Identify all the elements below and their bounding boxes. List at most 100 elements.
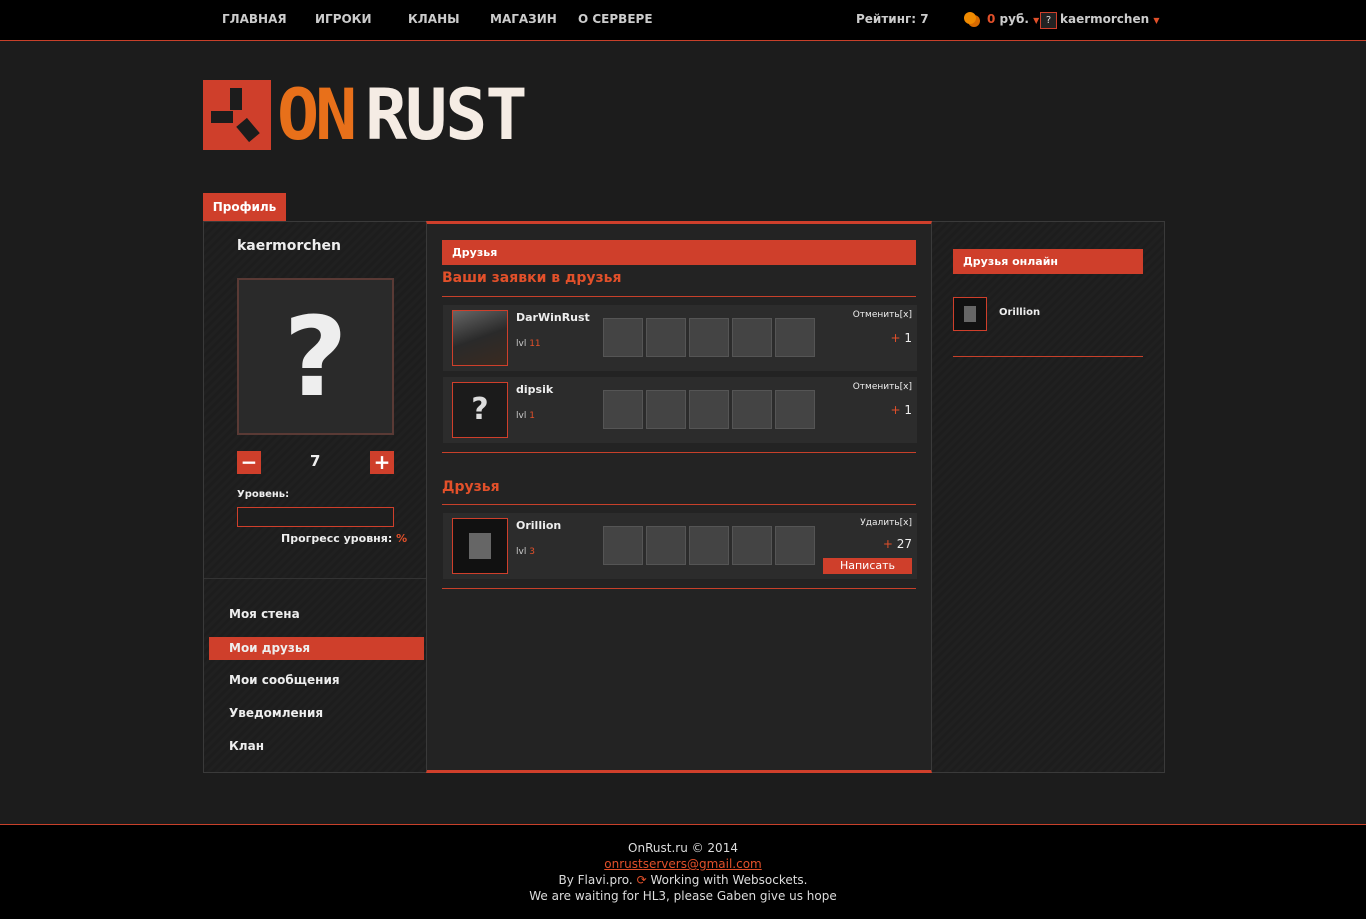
footer-hl3: We are waiting for HL3, please Gaben giv… (529, 889, 837, 903)
item-slot (732, 526, 772, 565)
points-value: 27 (896, 537, 912, 551)
item-slot (689, 526, 729, 565)
level-progress-text: Прогресс уровня: % (281, 532, 407, 545)
avatar[interactable] (452, 310, 508, 366)
rating-text: Рейтинг: 7 (856, 12, 929, 26)
friend-request-card: DarWinRust lvl 11 Отменить[x] + 1 (443, 305, 917, 371)
item-slot (603, 318, 643, 357)
onrust-logo[interactable]: ON RUST (203, 74, 588, 156)
progress-label: Прогресс уровня: (281, 532, 393, 545)
plus-icon[interactable]: + (890, 403, 900, 417)
sidebar-item-clan[interactable]: Клан (209, 735, 424, 758)
friend-name[interactable]: Orillion (516, 519, 561, 532)
item-slot (689, 318, 729, 357)
item-slot (775, 526, 815, 565)
user-menu[interactable]: kaermorchen ▼ (1060, 12, 1159, 26)
sidebar-item-messages[interactable]: Мои сообщения (209, 669, 424, 692)
chevron-down-icon: ▼ (1033, 16, 1040, 25)
item-slot (732, 390, 772, 429)
item-slot (775, 318, 815, 357)
lvl-label: lvl (516, 339, 527, 349)
requests-title: Ваши заявки в друзья (442, 270, 622, 286)
level-label: Уровень: (237, 489, 290, 500)
points-value: 1 (904, 403, 912, 417)
item-slot (646, 390, 686, 429)
item-slot (646, 318, 686, 357)
cancel-request-button[interactable]: Отменить[x] (853, 310, 912, 320)
lvl-value: 1 (529, 411, 535, 421)
progress-unit: % (396, 532, 408, 545)
divider (442, 504, 916, 505)
nav-clans[interactable]: КЛАНЫ (408, 12, 460, 26)
balance-dropdown[interactable]: 0 руб. ▼ (987, 12, 1039, 26)
item-slot (689, 390, 729, 429)
friend-level: lvl 3 (516, 547, 535, 557)
footer: OnRust.ru © 2014 onrustservers@gmail.com… (0, 824, 1366, 919)
rating-minus-button[interactable]: − (237, 451, 261, 474)
rating-plus-button[interactable]: + (370, 451, 394, 474)
footer-copyright: OnRust.ru © 2014 (628, 841, 738, 855)
plus-icon[interactable]: + (890, 331, 900, 345)
nav-shop[interactable]: МАГАЗИН (490, 12, 557, 26)
friends-header: Друзья (442, 240, 916, 265)
item-slot (646, 526, 686, 565)
profile-avatar[interactable]: ? (237, 278, 394, 435)
divider (953, 356, 1143, 357)
divider (442, 452, 916, 453)
top-nav-bar: ГЛАВНАЯ ИГРОКИ КЛАНЫ МАГАЗИН О СЕРВЕРЕ Р… (0, 0, 1366, 41)
rust-logo-icon (203, 80, 271, 150)
friend-points: + 1 (890, 403, 912, 417)
divider (442, 588, 916, 589)
item-slot (603, 390, 643, 429)
item-slot (732, 318, 772, 357)
lvl-value: 3 (529, 547, 535, 557)
balance-unit: руб. (995, 12, 1029, 26)
write-message-button[interactable]: Написать (823, 558, 912, 574)
user-avatar-small[interactable]: ? (1040, 12, 1057, 29)
friend-level: lvl 11 (516, 339, 541, 349)
remove-friend-button[interactable]: Удалить[x] (860, 518, 912, 528)
footer-email-link[interactable]: onrustservers@gmail.com (604, 857, 761, 871)
lvl-label: lvl (516, 547, 527, 557)
friend-name[interactable]: dipsik (516, 383, 553, 396)
logo-on: ON (277, 74, 357, 156)
cancel-request-button[interactable]: Отменить[x] (853, 382, 912, 392)
footer-websockets: Working with Websockets. (646, 873, 808, 887)
tab-profile[interactable]: Профиль (203, 193, 286, 221)
friend-points: + 1 (890, 331, 912, 345)
profile-rating: 7 (310, 452, 321, 470)
avatar[interactable] (452, 518, 508, 574)
friends-main: Друзья Ваши заявки в друзья DarWinRust l… (426, 221, 932, 773)
footer-credit[interactable]: By Flavi.pro. (559, 873, 633, 887)
item-slot (775, 390, 815, 429)
coins-icon (964, 12, 976, 24)
avatar[interactable]: ? (452, 382, 508, 438)
lvl-value: 11 (529, 339, 541, 349)
item-slot (603, 526, 643, 565)
level-progress-bar (237, 507, 394, 527)
divider (442, 296, 916, 297)
online-friends-header: Друзья онлайн (953, 249, 1143, 274)
nav-about[interactable]: О СЕРВЕРЕ (578, 12, 653, 26)
online-friend-name[interactable]: Orillion (999, 307, 1040, 318)
chevron-down-icon: ▼ (1153, 16, 1160, 25)
friends-title: Друзья (442, 479, 500, 495)
points-value: 1 (904, 331, 912, 345)
lvl-label: lvl (516, 411, 527, 421)
sidebar-item-notifications[interactable]: Уведомления (209, 702, 424, 725)
online-friend-avatar[interactable] (953, 297, 987, 331)
sidebar-item-friends[interactable]: Мои друзья (209, 637, 424, 660)
friend-card: Orillion lvl 3 Удалить[x] + 27 Написать (443, 513, 917, 579)
friend-level: lvl 1 (516, 411, 535, 421)
friend-name[interactable]: DarWinRust (516, 311, 590, 324)
username: kaermorchen (1060, 12, 1150, 26)
divider (204, 578, 426, 579)
plus-icon[interactable]: + (883, 537, 893, 551)
friend-points: + 27 (883, 537, 912, 551)
websocket-icon: ⟳ (636, 873, 647, 887)
nav-home[interactable]: ГЛАВНАЯ (222, 12, 287, 26)
sidebar-item-wall[interactable]: Моя стена (209, 603, 424, 626)
nav-players[interactable]: ИГРОКИ (315, 12, 372, 26)
profile-name: kaermorchen (237, 238, 341, 254)
friend-request-card: ? dipsik lvl 1 Отменить[x] + 1 (443, 377, 917, 443)
